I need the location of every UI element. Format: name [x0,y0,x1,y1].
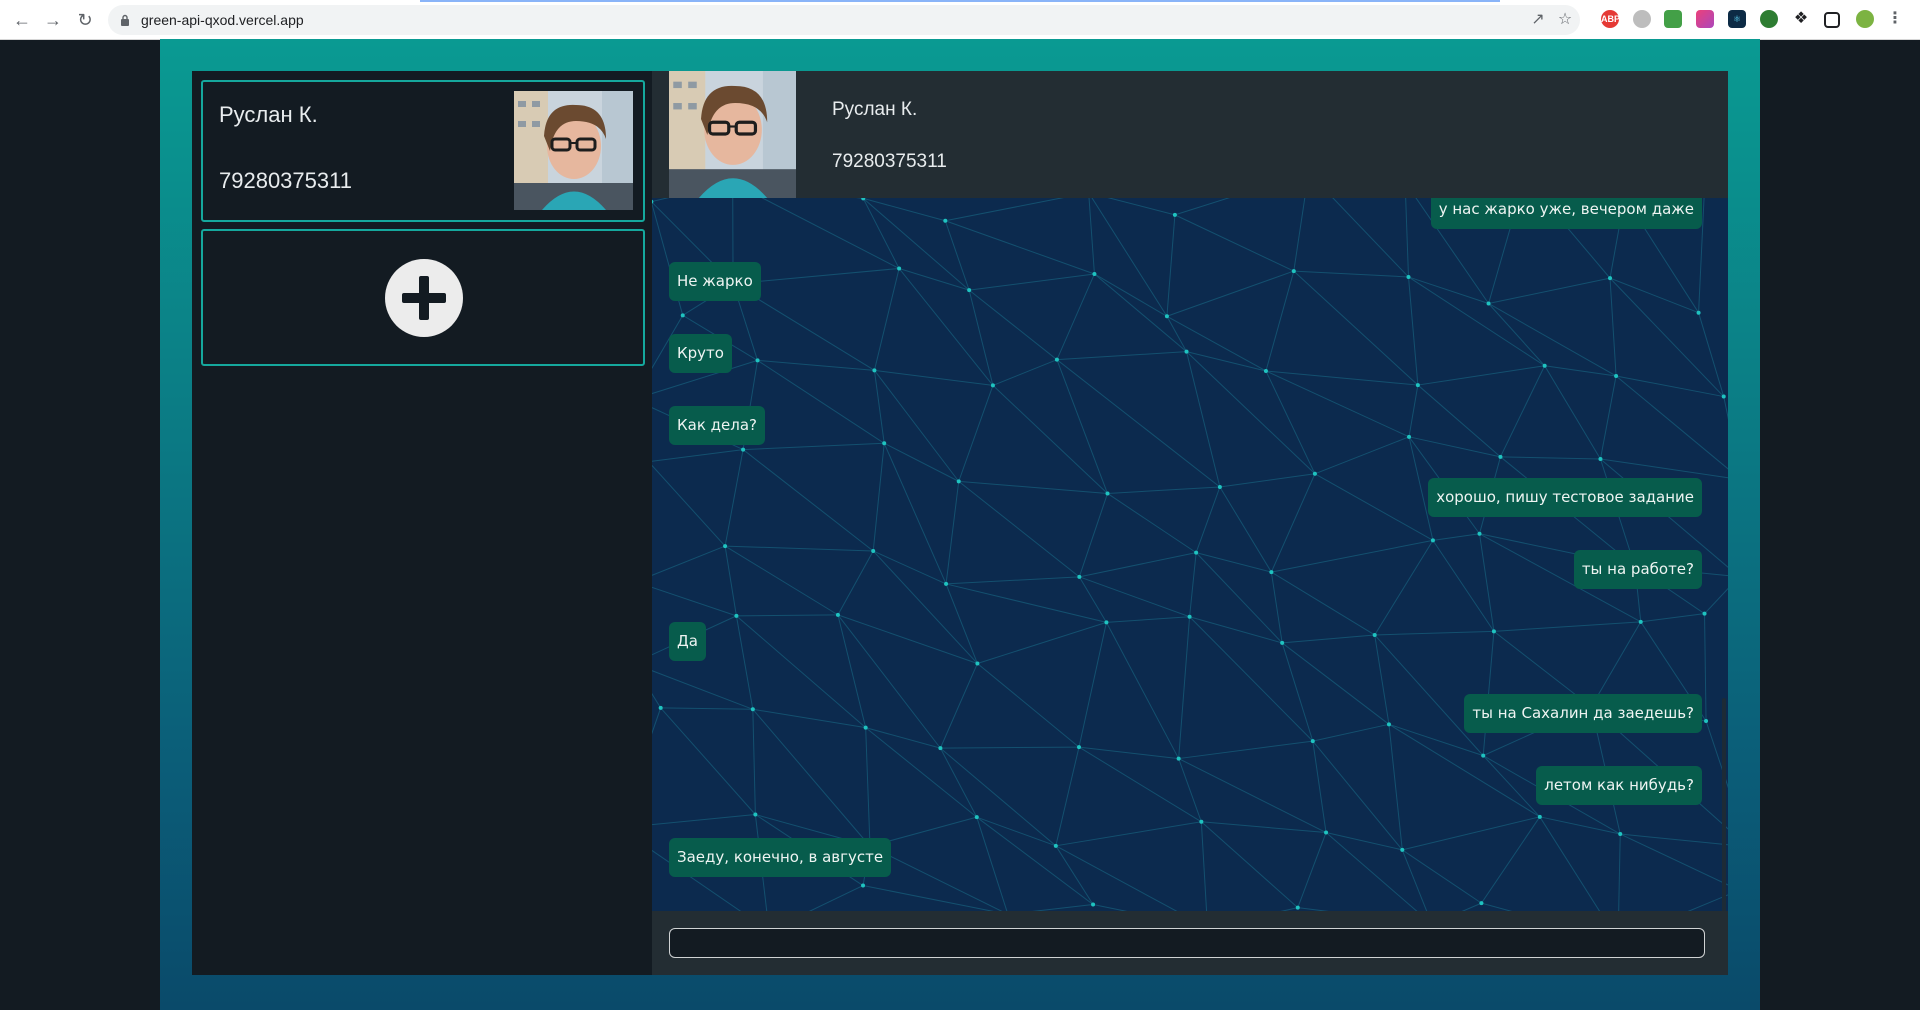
lock-icon [121,14,129,26]
plus-circle-icon[interactable] [385,259,463,337]
message-bubble: Не жарко [669,262,761,301]
sidepanel-icon[interactable] [1824,12,1840,28]
menu-icon[interactable]: ⋮ [1886,10,1904,28]
chat-header: Руслан К. 79280375311 [652,71,1728,198]
message-bubble: ты на Сахалин да заедешь? [1464,694,1702,733]
react-icon[interactable]: ⚛ [1728,10,1746,28]
contact-card[interactable]: Руслан К. 79280375311 [201,80,645,222]
message-bubble: Круто [669,334,732,373]
chat-panel: Руслан К. 79280375311 у нас жарко уже, в… [652,71,1728,975]
avatar [514,91,633,210]
home-icon[interactable] [1664,10,1682,28]
profile-icon[interactable] [1856,10,1874,28]
app-container: Руслан К. 79280375311 Руслан К. 79280375… [192,71,1728,975]
contact-name: Руслан К. [219,102,318,127]
share-icon[interactable]: ↗ [1528,10,1548,30]
app-frame: Руслан К. 79280375311 Руслан К. 79280375… [160,39,1760,1010]
url-text: green-api-qxod.vercel.app [141,12,304,28]
message-bubble: хорошо, пишу тестовое задание [1428,478,1702,517]
browser-toolbar: ← → ↻ green-api-qxod.vercel.app ↗ ☆ ABP … [0,0,1920,40]
message-bubble: Да [669,622,706,661]
message-input[interactable] [669,928,1705,958]
globe-icon[interactable] [1633,10,1651,28]
refresh-ext-icon[interactable] [1760,10,1778,28]
chat-contact-phone: 79280375311 [832,151,947,172]
star-icon[interactable]: ☆ [1555,10,1575,30]
chat-contact-name: Руслан К. [832,99,918,120]
arrow-left-icon[interactable]: ← [10,8,34,32]
palette-icon[interactable] [1696,10,1714,28]
address-bar[interactable]: green-api-qxod.vercel.app ↗ ☆ [108,5,1580,35]
arrow-right-icon[interactable]: → [41,8,65,32]
scrollbar[interactable] [1722,698,1726,911]
add-contact-button[interactable] [201,229,645,366]
reload-icon[interactable]: ↻ [73,8,97,32]
contacts-sidebar: Руслан К. 79280375311 [192,71,652,975]
puzzle-icon[interactable]: ❖ [1792,10,1810,28]
loading-bar [420,0,1500,2]
avatar [669,71,796,198]
message-bubble: ты на работе? [1573,550,1702,589]
message-bubble: Как дела? [669,406,766,445]
abp-icon[interactable]: ABP [1601,10,1620,28]
message-bubble: летом как нибудь? [1536,766,1702,805]
message-bubble: у нас жарко уже, вечером даже [1430,198,1702,229]
composer-bar [652,911,1728,975]
message-bubble: Заеду, конечно, в августе [669,838,892,877]
message-list[interactable]: у нас жарко уже, вечером даже Не жарко К… [652,198,1728,911]
contact-phone: 79280375311 [219,168,352,193]
